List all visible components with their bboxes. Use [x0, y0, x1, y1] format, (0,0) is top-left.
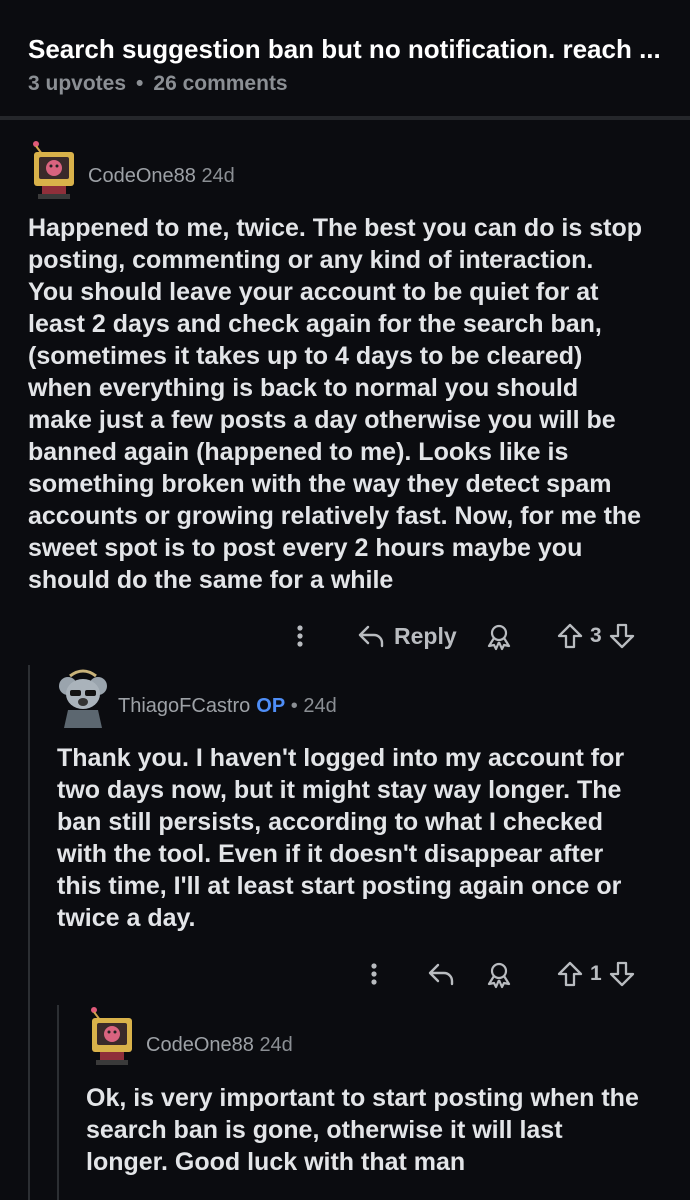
post-title[interactable]: Search suggestion ban but no notificatio…: [28, 34, 668, 65]
reply-button[interactable]: [426, 956, 456, 992]
award-button[interactable]: [484, 618, 514, 654]
op-badge: OP: [256, 695, 286, 717]
comment-line: posting, commenting or any kind of inter…: [28, 246, 594, 274]
comment-line: Thank you. I haven't logged into my acco…: [57, 744, 625, 772]
koala-avatar-icon: [59, 669, 107, 728]
comment-line: make just a few posts a day otherwise yo…: [28, 406, 616, 434]
vote-count: 1: [590, 962, 602, 985]
downvote-arrow-icon[interactable]: [608, 959, 636, 989]
avatar[interactable]: [56, 666, 110, 735]
vote-controls: 1: [556, 956, 636, 992]
comment-line: Happened to me, twice. The best you can …: [28, 214, 642, 242]
comment-line: with the tool. Even if it doesn't disapp…: [57, 840, 604, 868]
comment-line: when everything is back to normal you sh…: [28, 374, 579, 402]
comment-body: Thank you. I haven't logged into my acco…: [57, 742, 624, 934]
vote-count: 3: [590, 624, 602, 647]
comment-line: longer. Good luck with that man: [86, 1148, 466, 1176]
more-options-button[interactable]: [364, 956, 384, 992]
avatar[interactable]: [86, 1006, 138, 1071]
comment-author-row: CodeOne88 24d: [146, 1034, 293, 1057]
comment-age: 24d: [303, 695, 337, 717]
reply-arrow-icon: [358, 625, 384, 648]
reply-label: Reply: [394, 622, 457, 649]
comment-line: should do the same for a while: [28, 566, 394, 594]
comment-author-row: CodeOne88 24d: [88, 165, 235, 188]
comment-line: Ok, is very important to start posting w…: [86, 1084, 639, 1112]
reply-arrow-icon: [428, 963, 454, 986]
upvote-arrow-icon[interactable]: [556, 959, 584, 989]
robot-avatar-icon: [91, 1007, 132, 1065]
upvote-arrow-icon[interactable]: [556, 621, 584, 651]
comment-author-row: ThiagoFCastro OP • 24d: [118, 695, 337, 718]
upvote-count: 3 upvotes: [28, 72, 127, 95]
vote-controls: 3: [556, 618, 636, 654]
comment-actions: Reply 3: [0, 618, 690, 654]
award-icon: [487, 962, 511, 989]
more-options-icon: [371, 963, 377, 985]
header-divider: [0, 116, 690, 120]
author-name[interactable]: CodeOne88: [88, 165, 196, 187]
comment-line: something broken with the way they detec…: [28, 470, 612, 498]
comment-line: this time, I'll at least start posting a…: [57, 872, 622, 900]
more-options-button[interactable]: [290, 618, 310, 654]
comment-line: search ban is gone, otherwise it will la…: [86, 1116, 563, 1144]
comment-body: Happened to me, twice. The best you can …: [28, 212, 642, 596]
comment-line: ban still persists, according to what I …: [57, 808, 603, 836]
post-header: Search suggestion ban but no notificatio…: [0, 0, 690, 120]
award-icon: [487, 624, 511, 651]
comment-body: Ok, is very important to start posting w…: [86, 1082, 639, 1178]
more-options-icon: [297, 625, 303, 647]
robot-avatar-icon: [33, 141, 74, 199]
age-separator: •: [290, 695, 298, 717]
author-name[interactable]: ThiagoFCastro: [118, 695, 250, 717]
comment-actions: 1: [0, 956, 690, 992]
comment-line: You should leave your account to be quie…: [28, 278, 599, 306]
comment-thread-page: Search suggestion ban but no notificatio…: [0, 0, 690, 1200]
award-button[interactable]: [484, 956, 514, 992]
avatar[interactable]: [28, 140, 80, 205]
comment-line: sweet spot is to post every 2 hours mayb…: [28, 534, 583, 562]
comment-age: 24d: [201, 165, 235, 187]
post-meta: 3 upvotes • 26 comments: [28, 72, 288, 96]
comment-line: twice a day.: [57, 904, 196, 932]
meta-separator: •: [136, 72, 144, 95]
reply-button[interactable]: Reply: [356, 618, 457, 654]
comment-line: least 2 days and check again for the sea…: [28, 310, 602, 338]
thread-line-level-2[interactable]: [57, 1005, 59, 1200]
downvote-arrow-icon[interactable]: [608, 621, 636, 651]
comment-line: two days now, but it might stay way long…: [57, 776, 622, 804]
comment-line: accounts or growing relatively fast. Now…: [28, 502, 642, 530]
comment-count: 26 comments: [153, 72, 288, 95]
comment-age: 24d: [259, 1034, 293, 1056]
comment-line: (sometimes it takes up to 4 days to be c…: [28, 342, 583, 370]
thread-line-level-1[interactable]: [28, 665, 30, 1200]
comment-line: banned again (happened to me). Looks lik…: [28, 438, 569, 466]
author-name[interactable]: CodeOne88: [146, 1034, 254, 1056]
